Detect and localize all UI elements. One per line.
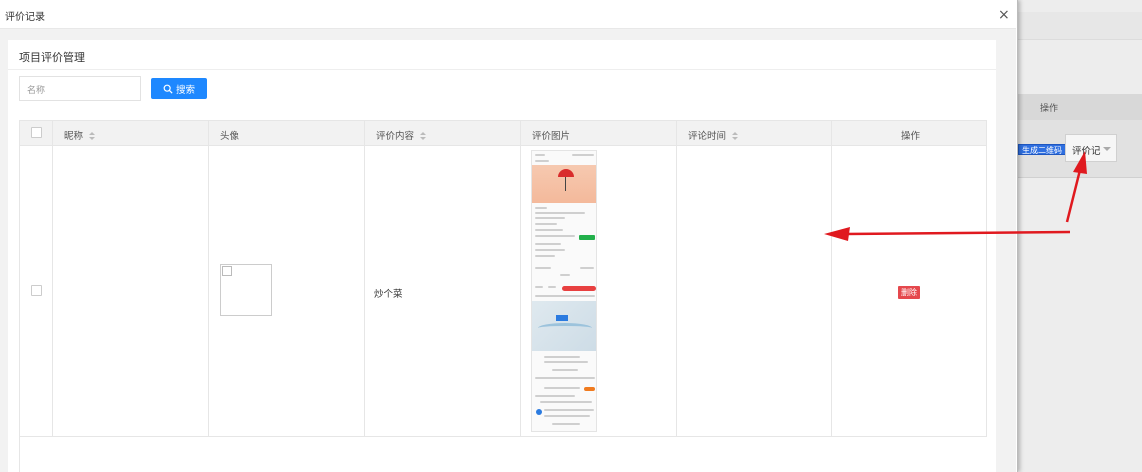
- table-header: 昵称 头像 评价内容 评价图片 评论时间 操作: [20, 121, 987, 146]
- name-search-input[interactable]: 名称: [19, 76, 141, 101]
- column-label: 操作: [901, 131, 921, 142]
- sort-icon[interactable]: [732, 132, 739, 141]
- delete-button[interactable]: 删除: [898, 286, 920, 299]
- column-header-nickname[interactable]: 昵称: [53, 121, 209, 145]
- review-record-select[interactable]: 评价记: [1065, 134, 1117, 162]
- nickname-cell: [53, 146, 209, 436]
- dialog-body: 项目评价管理 名称 搜索 昵称 头像 评价内容 评价图片 评论时间 操作 炒个菜…: [0, 28, 1016, 472]
- review-image-thumbnail[interactable]: [531, 150, 597, 432]
- column-header-avatar: 头像: [209, 121, 365, 145]
- umbrella-banner-image: [532, 165, 596, 203]
- review-record-dialog: 评价记录 × 项目评价管理 名称 搜索 昵称 头像 评价内容 评价图片 评论时间…: [0, 0, 1018, 472]
- sort-icon[interactable]: [420, 132, 427, 141]
- column-header-comment-time[interactable]: 评论时间: [677, 121, 832, 145]
- select-all-cell: [20, 121, 53, 145]
- review-table: 昵称 头像 评价内容 评价图片 评论时间 操作 炒个菜 删除: [19, 120, 987, 472]
- search-icon: [163, 84, 173, 94]
- sort-icon[interactable]: [89, 132, 96, 141]
- avatar-cell: [209, 146, 365, 436]
- row-select-cell: [20, 146, 53, 436]
- actions-cell: 删除: [832, 146, 987, 436]
- column-header-actions: 操作: [832, 121, 987, 145]
- avatar[interactable]: [220, 264, 272, 316]
- review-content-value: 炒个菜: [374, 289, 403, 300]
- table-row: 炒个菜 删除: [20, 146, 987, 437]
- column-label: 评价图片: [532, 131, 571, 142]
- review-image-cell: [521, 146, 677, 436]
- background-table-header: 操作: [1018, 94, 1142, 120]
- chevron-down-icon: [1103, 147, 1111, 151]
- column-header-review-content[interactable]: 评价内容: [365, 121, 521, 145]
- generate-qrcode-button[interactable]: 生成二维码: [1018, 144, 1066, 155]
- column-header-review-images: 评价图片: [521, 121, 677, 145]
- column-label: 头像: [220, 131, 240, 142]
- background-column-actions: 操作: [1040, 104, 1059, 114]
- review-content-cell: 炒个菜: [365, 146, 521, 436]
- close-icon[interactable]: ×: [998, 8, 1010, 22]
- comment-time-cell: [677, 146, 832, 436]
- row-checkbox[interactable]: [31, 285, 42, 296]
- broken-image-icon: [222, 266, 232, 276]
- map-image: [532, 301, 596, 351]
- search-button-label: 搜索: [175, 84, 195, 96]
- column-label: 昵称: [64, 131, 84, 142]
- search-button[interactable]: 搜索: [151, 78, 207, 99]
- select-all-checkbox[interactable]: [31, 127, 42, 138]
- card-divider: [8, 69, 996, 70]
- review-management-card: 项目评价管理 名称 搜索 昵称 头像 评价内容 评价图片 评论时间 操作 炒个菜…: [8, 40, 996, 472]
- background-table-row: 生成二维码 评价记: [1018, 120, 1142, 178]
- review-record-select-value: 评价记: [1072, 146, 1101, 157]
- background-toolbar-strip: [1018, 12, 1142, 40]
- column-label: 评论时间: [688, 131, 727, 142]
- card-title: 项目评价管理: [19, 51, 85, 64]
- background-right-panel: 操作 生成二维码 评价记: [1018, 0, 1142, 472]
- dialog-title: 评价记录: [5, 12, 45, 23]
- column-label: 评价内容: [376, 131, 415, 142]
